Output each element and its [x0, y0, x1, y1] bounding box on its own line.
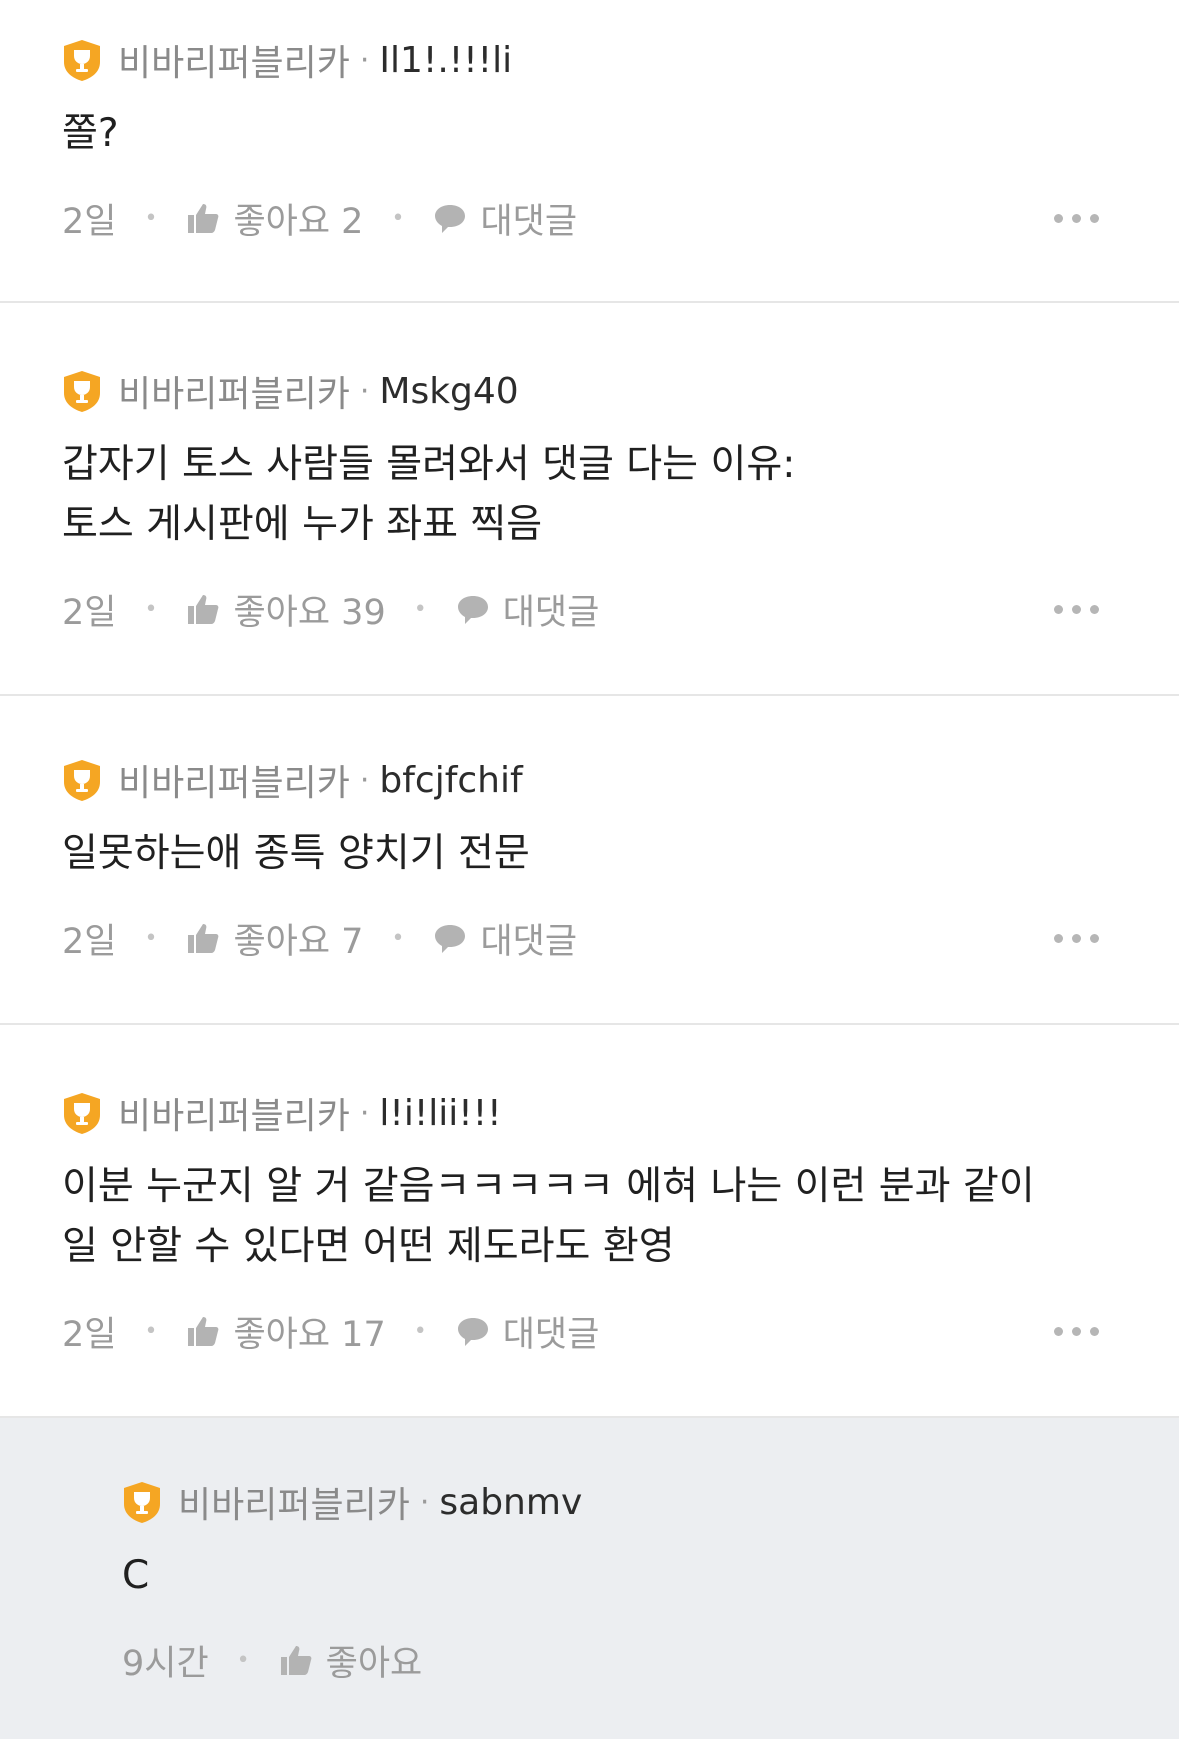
comment-text: 갑자기 토스 사람들 몰려와서 댓글 다는 이유: 토스 게시판에 누가 좌표 …: [62, 442, 796, 547]
separator: •: [413, 596, 427, 622]
reply-label: 대댓글: [502, 592, 600, 633]
separator: ·: [419, 1484, 430, 1520]
trophy-badge-icon: [64, 371, 100, 412]
separator: ·: [359, 762, 370, 798]
reply-button[interactable]: 대댓글: [455, 584, 600, 635]
like-label: 좋아요 17: [233, 1314, 386, 1355]
comment-meta: 2일 • 좋아요 7 • 대댓글: [62, 913, 1099, 964]
comment-meta: 9시간 • 좋아요: [122, 1636, 1095, 1684]
separator: •: [144, 205, 158, 231]
thumbs-up-icon: [188, 1317, 219, 1346]
comment-text: C: [122, 1553, 150, 1598]
separator: •: [144, 925, 158, 951]
separator: ·: [359, 373, 370, 409]
comment-meta: 2일 • 좋아요 17 • 대댓글: [62, 1306, 1099, 1357]
separator: •: [236, 1647, 250, 1673]
reply-comment-item: 비바리퍼블리카 · sabnmv C 9시간 • 좋아요: [0, 1418, 1179, 1739]
reply-button[interactable]: 대댓글: [432, 913, 577, 964]
comment-header: 비바리퍼블리카 · bfcjfchif: [62, 754, 1095, 806]
comment-item: 비바리퍼블리카 · l!i!lii!!! 이분 누군지 알 거 같음ㅋㅋㅋㅋㅋ …: [0, 1025, 1179, 1418]
author-nickname[interactable]: bfcjfchif: [379, 760, 522, 801]
trophy-badge-icon: [64, 1093, 100, 1134]
comment-item: 비바리퍼블리카 · Il1!.!!!li 쫄? 2일 • 좋아요 2 • 대댓글: [0, 0, 1179, 303]
like-label: 좋아요 39: [233, 592, 386, 633]
separator: ·: [359, 42, 370, 78]
comment-header: 비바리퍼블리카 · Il1!.!!!li: [62, 34, 1095, 86]
like-label: 좋아요 2: [233, 201, 364, 242]
separator: •: [144, 1318, 158, 1344]
company-name: 비바리퍼블리카: [118, 1096, 350, 1137]
like-button[interactable]: 좋아요: [278, 1635, 423, 1686]
reply-label: 대댓글: [502, 1314, 600, 1355]
company-name: 비바리퍼블리카: [118, 763, 350, 804]
trophy-badge-icon: [124, 1482, 160, 1523]
comment-time: 2일: [62, 592, 117, 633]
author-nickname[interactable]: sabnmv: [439, 1482, 582, 1523]
more-dots-icon[interactable]: [1054, 604, 1099, 614]
separator: •: [413, 1318, 427, 1344]
comment-text: 일못하는애 종특 양치기 전문: [62, 831, 530, 876]
comment-header: 비바리퍼블리카 · l!i!lii!!!: [62, 1087, 1095, 1139]
author-nickname[interactable]: Mskg40: [379, 371, 518, 412]
like-label: 좋아요: [325, 1643, 423, 1684]
author-nickname[interactable]: Il1!.!!!li: [379, 40, 512, 81]
like-button[interactable]: 좋아요 2: [185, 193, 363, 244]
comment-header: 비바리퍼블리카 · Mskg40: [62, 365, 1095, 417]
separator: •: [144, 596, 158, 622]
author-nickname[interactable]: l!i!lii!!!: [379, 1093, 501, 1134]
speech-bubble-icon: [435, 925, 466, 953]
like-label: 좋아요 7: [233, 921, 364, 962]
reply-label: 대댓글: [480, 921, 578, 962]
thumbs-up-icon: [188, 204, 219, 233]
comment-meta: 2일 • 좋아요 2 • 대댓글: [62, 193, 1099, 244]
comment-time: 2일: [62, 201, 117, 242]
trophy-badge-icon: [64, 760, 100, 801]
like-button[interactable]: 좋아요 39: [185, 584, 386, 635]
comment-header: 비바리퍼블리카 · sabnmv: [122, 1476, 1095, 1528]
like-button[interactable]: 좋아요 7: [185, 913, 363, 964]
company-name: 비바리퍼블리카: [178, 1485, 410, 1526]
reply-label: 대댓글: [480, 201, 578, 242]
separator: •: [391, 925, 405, 951]
comment-item: 비바리퍼블리카 · bfcjfchif 일못하는애 종특 양치기 전문 2일 •…: [0, 696, 1179, 1025]
like-button[interactable]: 좋아요 17: [185, 1306, 386, 1357]
comment-text: 쫄?: [62, 111, 119, 156]
comment-meta: 2일 • 좋아요 39 • 대댓글: [62, 584, 1099, 635]
thumbs-up-icon: [188, 595, 219, 624]
trophy-badge-icon: [64, 40, 100, 81]
company-name: 비바리퍼블리카: [118, 374, 350, 415]
more-dots-icon[interactable]: [1054, 933, 1099, 943]
comment-text: 이분 누군지 알 거 같음ㅋㅋㅋㅋㅋ 에혀 나는 이런 분과 같이 일 안할 수…: [62, 1164, 1035, 1269]
reply-button[interactable]: 대댓글: [455, 1306, 600, 1357]
more-dots-icon[interactable]: [1054, 1326, 1099, 1336]
reply-button[interactable]: 대댓글: [432, 193, 577, 244]
speech-bubble-icon: [457, 596, 488, 624]
thumbs-up-icon: [280, 1646, 312, 1675]
more-dots-icon[interactable]: [1054, 213, 1099, 223]
speech-bubble-icon: [435, 205, 466, 233]
separator: •: [391, 205, 405, 231]
separator: ·: [359, 1095, 370, 1131]
comment-time: 2일: [62, 1314, 117, 1355]
comment-time: 2일: [62, 921, 117, 962]
thumbs-up-icon: [188, 924, 219, 953]
company-name: 비바리퍼블리카: [118, 43, 350, 84]
comment-item: 비바리퍼블리카 · Mskg40 갑자기 토스 사람들 몰려와서 댓글 다는 이…: [0, 303, 1179, 696]
speech-bubble-icon: [457, 1318, 488, 1346]
comment-time: 9시간: [122, 1643, 209, 1684]
